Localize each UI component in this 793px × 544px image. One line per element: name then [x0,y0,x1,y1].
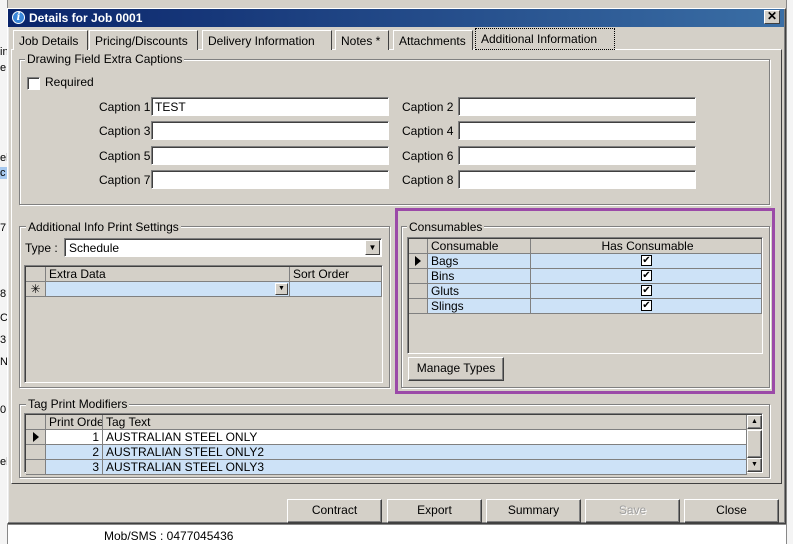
tag-modifiers-grid: Print Order Tag Text 1 AUSTRALIAN STEEL … [24,413,763,475]
tab-attachments[interactable]: Attachments [393,30,473,50]
extra-data-new-cell[interactable]: ▼ [46,282,290,297]
print-order-header[interactable]: Print Order [46,415,103,430]
caption-2-label: Caption 2 [402,100,454,114]
drawing-captions-label: Drawing Field Extra Captions [25,52,185,66]
caption-2-input[interactable] [458,97,696,116]
caption-6-input[interactable] [458,146,696,165]
caption-5-label: Caption 5 [99,149,151,163]
caption-7-input[interactable] [151,170,389,189]
row-pointer-icon [33,432,39,442]
caption-7-label: Caption 7 [99,173,151,187]
print-order-cell[interactable]: 3 [46,460,103,475]
tag-text-cell[interactable]: AUSTRALIAN STEEL ONLY3 [103,460,747,475]
tab-additional-information[interactable]: Additional Information [475,28,615,50]
dialog-title: Details for Job 0001 [29,11,143,25]
type-label: Type : [25,241,58,255]
sort-order-header[interactable]: Sort Order [290,267,382,282]
caption-4-label: Caption 4 [402,124,454,138]
caption-5-input[interactable] [151,146,389,165]
tab-delivery-information[interactable]: Delivery Information [202,30,332,50]
scroll-down-icon[interactable]: ▼ [747,458,762,472]
background-app-right [786,0,793,544]
chevron-down-icon[interactable]: ▼ [275,283,288,295]
tag-modifiers-label: Tag Print Modifiers [26,397,130,411]
extra-data-grid: Extra Data Sort Order ✳ ▼ [24,265,383,383]
caption-3-label: Caption 3 [99,124,151,138]
caption-8-input[interactable] [458,170,696,189]
row-selector[interactable] [26,430,46,445]
extra-data-header[interactable]: Extra Data [46,267,290,282]
tag-text-cell[interactable]: AUSTRALIAN STEEL ONLY2 [103,445,747,460]
print-settings-label: Additional Info Print Settings [26,220,181,234]
scroll-up-icon[interactable]: ▲ [747,415,762,429]
tab-pricing-discounts[interactable]: Pricing/Discounts [89,30,198,50]
caption-8-label: Caption 8 [402,173,454,187]
vertical-scrollbar[interactable]: ▲ ▼ [747,415,762,472]
save-button[interactable]: Save [585,499,680,523]
close-icon[interactable]: ✕ [764,10,780,24]
required-checkbox[interactable] [27,77,40,90]
contract-button[interactable]: Contract [287,499,382,523]
export-button[interactable]: Export [387,499,482,523]
annotation-highlight-box [395,208,775,394]
print-order-cell[interactable]: 1 [46,430,103,445]
type-select-value: Schedule [69,241,120,255]
tab-job-details[interactable]: Job Details [13,30,88,50]
new-row-icon: ✳ [26,282,46,297]
summary-button[interactable]: Summary [486,499,581,523]
caption-3-input[interactable] [151,121,389,140]
background-app-bottom: Mob/SMS : 0477045436 [8,524,786,544]
required-label: Required [45,75,94,89]
print-order-cell[interactable]: 2 [46,445,103,460]
row-selector[interactable] [26,460,46,475]
scrollbar-thumb[interactable] [747,430,762,458]
caption-1-label: Caption 1 [99,100,151,114]
caption-1-input[interactable]: TEST [151,97,389,116]
caption-4-input[interactable] [458,121,696,140]
row-selector[interactable] [26,445,46,460]
title-bar[interactable]: i Details for Job 0001 ✕ [8,9,784,27]
chevron-down-icon[interactable]: ▼ [365,240,380,255]
info-icon: i [12,11,25,24]
bg-mobile-text: Mob/SMS : 0477045436 [104,529,234,543]
type-select[interactable]: Schedule ▼ [64,238,382,257]
close-button[interactable]: Close [684,499,779,523]
grid-corner [26,267,46,282]
grid-corner [26,415,46,430]
tag-text-cell[interactable]: AUSTRALIAN STEEL ONLY [103,430,747,445]
tag-text-header[interactable]: Tag Text [103,415,747,430]
sort-order-new-cell[interactable] [290,282,382,297]
caption-6-label: Caption 6 [402,149,454,163]
tab-notes[interactable]: Notes * [335,30,389,50]
